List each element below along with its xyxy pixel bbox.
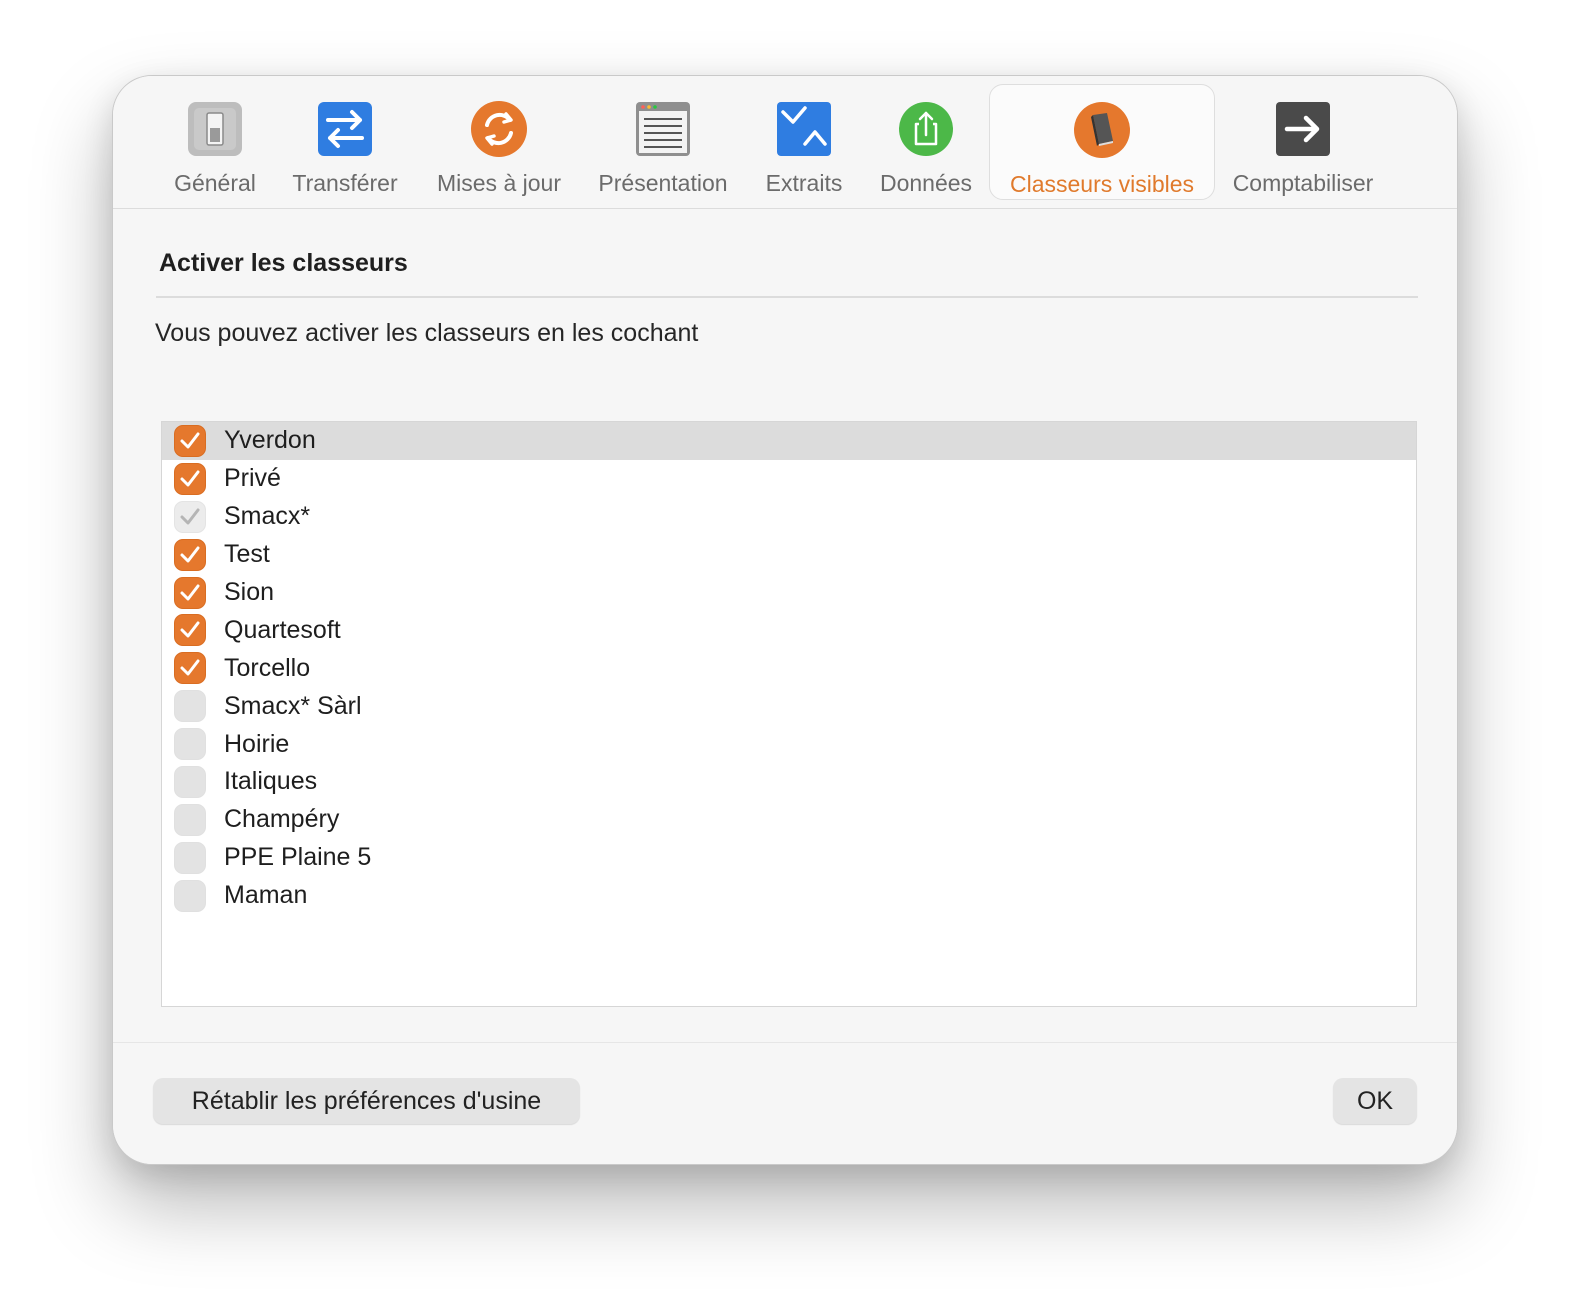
list-item[interactable]: Quartesoft [162, 611, 1416, 649]
tab-label: Données [879, 170, 973, 196]
list-item-label: Torcello [224, 653, 311, 682]
tab-label: Classeurs visibles [1009, 171, 1195, 197]
tab-extraits[interactable]: Extraits [751, 84, 857, 200]
checkbox[interactable] [174, 462, 206, 495]
list-item[interactable]: PPE Plaine 5 [162, 839, 1416, 877]
checkbox[interactable] [174, 614, 206, 647]
section-title: Activer les classeurs [159, 249, 408, 277]
checkbox[interactable] [174, 841, 206, 874]
list-item[interactable]: Sion [162, 574, 1416, 612]
list-item[interactable]: Yverdon [162, 422, 1416, 460]
classeur-list[interactable]: Yverdon Privé Smacx* Test Sion Quartesoft Torc… [161, 421, 1417, 1007]
reset-defaults-button[interactable]: Rétablir les préférences d'usine [153, 1078, 580, 1124]
list-item-label: Smacx* Sàrl [224, 691, 362, 720]
book-icon [1073, 101, 1131, 159]
tab-label: Mises à jour [437, 170, 561, 196]
preferences-content: Activer les classeurs Vous pouvez active… [113, 209, 1457, 1041]
section-divider [156, 296, 1418, 298]
share-upload-icon [897, 100, 955, 158]
list-item[interactable]: Smacx* [162, 498, 1416, 536]
checkbox[interactable] [174, 424, 206, 457]
tab-comptabiliser[interactable]: Comptabiliser [1223, 84, 1383, 200]
checkbox[interactable] [174, 576, 206, 609]
list-item-label: Smacx* [224, 502, 311, 531]
switch-icon [186, 100, 244, 158]
list-item-label: Test [224, 540, 270, 569]
tab-donnees[interactable]: Données [871, 84, 981, 200]
checkbox[interactable] [174, 538, 206, 571]
list-item[interactable]: Privé [162, 460, 1416, 498]
list-item-label: Quartesoft [224, 615, 341, 644]
refresh-icon [470, 100, 528, 158]
tab-label: Général [174, 170, 256, 196]
list-item-label: Privé [224, 464, 281, 493]
checkbox[interactable] [174, 500, 206, 533]
checkbox[interactable] [174, 803, 206, 836]
preferences-toolbar: Général Transférer Mises à jour Présenta… [113, 76, 1457, 209]
checkbox[interactable] [174, 879, 206, 912]
list-item-label: Hoirie [224, 729, 290, 758]
list-item-label: Yverdon [224, 426, 316, 455]
checkbox[interactable] [174, 690, 206, 723]
list-item[interactable]: Torcello [162, 649, 1416, 687]
transfer-arrows-icon [316, 100, 374, 158]
tab-presentation[interactable]: Présentation [587, 84, 739, 200]
preferences-window: Général Transférer Mises à jour Présenta… [112, 75, 1458, 1165]
list-item[interactable]: Italiques [162, 763, 1416, 801]
list-item-label: PPE Plaine 5 [224, 843, 372, 872]
arrow-right-icon [1274, 100, 1332, 158]
list-item-label: Sion [224, 578, 275, 606]
list-item[interactable]: Champéry [162, 801, 1416, 839]
checkbox[interactable] [174, 765, 206, 798]
tab-mises-a-jour[interactable]: Mises à jour [425, 84, 573, 200]
window-list-icon [634, 100, 692, 158]
list-item-label: Champéry [224, 805, 340, 834]
checkbox[interactable] [174, 728, 206, 761]
section-description: Vous pouvez activer les classeurs en les… [155, 319, 699, 347]
ok-button[interactable]: OK [1333, 1078, 1417, 1124]
list-item[interactable]: Smacx* Sàrl [162, 687, 1416, 725]
tab-general[interactable]: Général [157, 84, 273, 200]
tab-label: Transférer [292, 170, 398, 196]
list-item-label: Maman [224, 881, 308, 910]
tab-classeurs-visibles[interactable]: Classeurs visibles [989, 84, 1215, 200]
list-item[interactable]: Test [162, 536, 1416, 574]
footer-bar: Rétablir les préférences d'usine OK [113, 1042, 1457, 1164]
tab-label: Présentation [598, 170, 728, 196]
list-item-label: Italiques [224, 767, 318, 796]
checkbox[interactable] [174, 652, 206, 685]
tab-label: Extraits [765, 170, 843, 196]
extracts-icon [775, 100, 833, 158]
tab-transferer[interactable]: Transférer [283, 84, 407, 200]
list-item[interactable]: Hoirie [162, 725, 1416, 763]
list-item[interactable]: Maman [162, 877, 1416, 915]
tab-label: Comptabiliser [1232, 170, 1374, 196]
